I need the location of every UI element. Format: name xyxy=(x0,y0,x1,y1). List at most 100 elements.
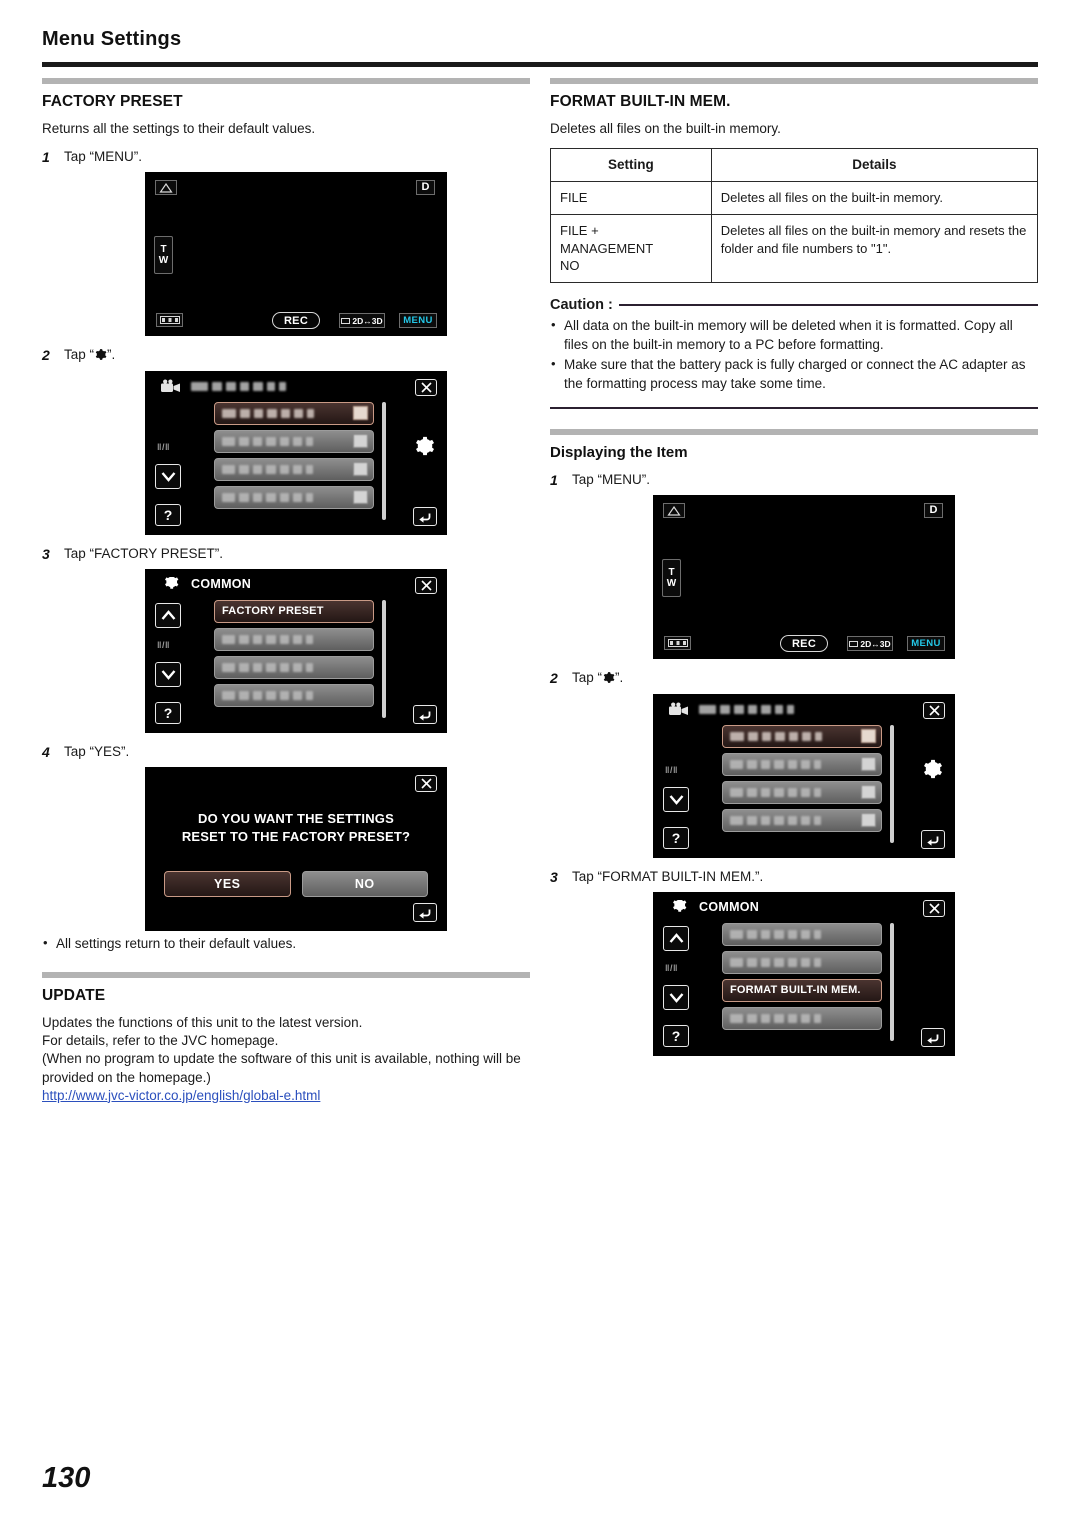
cell-details: Deletes all files on the built-in memory… xyxy=(710,181,1039,215)
menu-item[interactable] xyxy=(722,950,882,974)
menu-item-format-built-in-mem[interactable]: FORMAT BUILT-IN MEM. xyxy=(722,978,882,1002)
menu-item-list: FORMAT BUILT-IN MEM. xyxy=(722,922,882,1035)
menu-item-blurred-label xyxy=(730,731,822,741)
zoom-slider-tw[interactable]: T W xyxy=(662,559,681,598)
close-icon[interactable] xyxy=(923,701,945,719)
camera-menu-common-screen[interactable]: COMMON ‖/‖ ? FACTORY PRESET xyxy=(145,568,447,733)
menu-item[interactable] xyxy=(214,683,374,707)
scrollbar[interactable] xyxy=(382,401,386,520)
scrollbar[interactable] xyxy=(382,599,386,718)
manual-page: Menu Settings FACTORY PRESET Returns all… xyxy=(0,0,1080,1527)
gear-icon xyxy=(602,671,615,684)
help-button[interactable]: ? xyxy=(155,701,181,724)
step-text: Tap “MENU”. xyxy=(64,149,143,165)
subsection-heading-displaying-the-item: Displaying the Item xyxy=(550,444,688,462)
help-button[interactable]: ? xyxy=(155,503,181,526)
chevron-up-icon[interactable] xyxy=(663,925,689,951)
menu-header-blurred-label xyxy=(699,704,794,714)
rec-button[interactable]: REC xyxy=(780,635,828,653)
section-heading-format-built-in-mem: FORMAT BUILT-IN MEM. xyxy=(550,93,731,110)
chevron-down-icon[interactable] xyxy=(155,661,181,687)
menu-item[interactable] xyxy=(214,485,374,509)
step-text: Tap “MENU”. xyxy=(572,472,651,488)
menu-item[interactable] xyxy=(722,780,882,804)
back-arrow-icon[interactable] xyxy=(413,902,437,922)
chevron-down-icon[interactable] xyxy=(663,786,689,812)
mode-2d3d-button[interactable]: 2D↔3D xyxy=(339,313,385,329)
film-playback-icon[interactable] xyxy=(664,636,691,651)
close-icon[interactable] xyxy=(415,576,437,594)
step-text: Tap “FORMAT BUILT-IN MEM.”. xyxy=(572,868,764,884)
yes-button[interactable]: YES xyxy=(164,870,291,897)
menu-header-label: COMMON xyxy=(191,577,252,592)
step-number: 4 xyxy=(42,743,50,760)
mode-2d3d-label: 2D↔3D xyxy=(860,638,891,649)
menu-item[interactable] xyxy=(214,627,374,651)
dialog-message: DO YOU WANT THE SETTINGS RESET TO THE FA… xyxy=(146,810,446,845)
step-1: 1 Tap “MENU”. xyxy=(42,148,530,166)
close-icon[interactable] xyxy=(415,774,437,792)
zoom-slider-tw[interactable]: T W xyxy=(154,236,173,275)
d-mode-indicator: D xyxy=(924,503,943,519)
table-row: FILE Deletes all files on the built-in m… xyxy=(550,181,1039,215)
step-1: 1 Tap “MENU”. xyxy=(550,471,1038,489)
camera-rec-screen[interactable]: D T W REC 2D↔3D MENU xyxy=(653,495,955,660)
menu-item[interactable] xyxy=(722,724,882,748)
step-4: 4 Tap “YES”. xyxy=(42,743,530,761)
menu-item-blurred-label xyxy=(222,690,313,700)
menu-item-blurred-label xyxy=(730,1013,821,1023)
gear-icon[interactable] xyxy=(413,435,435,457)
chevron-down-icon[interactable] xyxy=(663,984,689,1010)
settings-table: Setting Details FILE Deletes all files o… xyxy=(550,148,1039,283)
back-arrow-icon[interactable] xyxy=(413,506,437,526)
table-row: FILE + MANAGEMENT NO Deletes all files o… xyxy=(550,213,1039,283)
close-icon[interactable] xyxy=(415,378,437,396)
menu-item-thumbnail xyxy=(353,490,368,505)
back-arrow-icon[interactable] xyxy=(413,704,437,724)
step-2: 2 Tap “”. xyxy=(42,346,530,364)
camera-rec-screen[interactable]: D T W REC 2D↔3D MENU xyxy=(145,172,447,337)
scrollbar[interactable] xyxy=(890,922,894,1041)
menu-item[interactable] xyxy=(214,457,374,481)
chevron-down-icon[interactable] xyxy=(155,463,181,489)
help-button[interactable]: ? xyxy=(663,1024,689,1047)
caution-list: All data on the built-in memory will be … xyxy=(550,316,1038,395)
step-3: 3 Tap “FACTORY PRESET”. xyxy=(42,545,530,563)
menu-item[interactable] xyxy=(214,655,374,679)
back-arrow-icon[interactable] xyxy=(921,1027,945,1047)
pause-play-label: ‖/‖ xyxy=(665,764,678,775)
camera-menu-screen[interactable]: ‖/‖ ? xyxy=(653,693,955,858)
no-button[interactable]: NO xyxy=(301,870,428,897)
menu-item[interactable] xyxy=(722,752,882,776)
mode-2d3d-button[interactable]: 2D↔3D xyxy=(847,636,893,652)
chevron-up-icon[interactable] xyxy=(155,602,181,628)
menu-button[interactable]: MENU xyxy=(907,636,945,652)
rec-button[interactable]: REC xyxy=(272,312,320,330)
zoom-t-label: T xyxy=(668,566,675,578)
menu-button[interactable]: MENU xyxy=(399,313,437,329)
menu-item-factory-preset[interactable]: FACTORY PRESET xyxy=(214,599,374,623)
screen-menu-common-format-wrap: COMMON ‖/‖ ? FORMAT BUILT-IN MEM. xyxy=(550,891,1038,1056)
menu-item-thumbnail xyxy=(861,785,876,800)
menu-item[interactable] xyxy=(722,808,882,832)
back-arrow-icon[interactable] xyxy=(921,829,945,849)
help-button[interactable]: ? xyxy=(663,826,689,849)
gear-icon[interactable] xyxy=(921,758,943,780)
column-header-details: Details xyxy=(710,148,1039,183)
note-item: All settings return to their default val… xyxy=(42,934,530,954)
camera-menu-common-screen[interactable]: COMMON ‖/‖ ? FORMAT BUILT-IN MEM. xyxy=(653,891,955,1056)
scrollbar[interactable] xyxy=(890,724,894,843)
menu-item[interactable] xyxy=(722,922,882,946)
camera-menu-screen[interactable]: ‖/‖ ? xyxy=(145,370,447,535)
jvc-homepage-link[interactable]: http://www.jvc-victor.co.jp/english/glob… xyxy=(42,1088,320,1103)
step-text: Tap “FACTORY PRESET”. xyxy=(64,545,224,561)
gear-icon xyxy=(668,899,690,915)
menu-item[interactable] xyxy=(722,1006,882,1030)
film-playback-icon[interactable] xyxy=(156,313,183,328)
camcorder-icon xyxy=(160,379,182,394)
close-icon[interactable] xyxy=(923,899,945,917)
menu-item[interactable] xyxy=(214,429,374,453)
menu-item[interactable] xyxy=(214,401,374,425)
dialog-buttons: YES NO xyxy=(164,870,428,897)
camera-confirm-dialog-screen[interactable]: DO YOU WANT THE SETTINGS RESET TO THE FA… xyxy=(145,766,447,931)
